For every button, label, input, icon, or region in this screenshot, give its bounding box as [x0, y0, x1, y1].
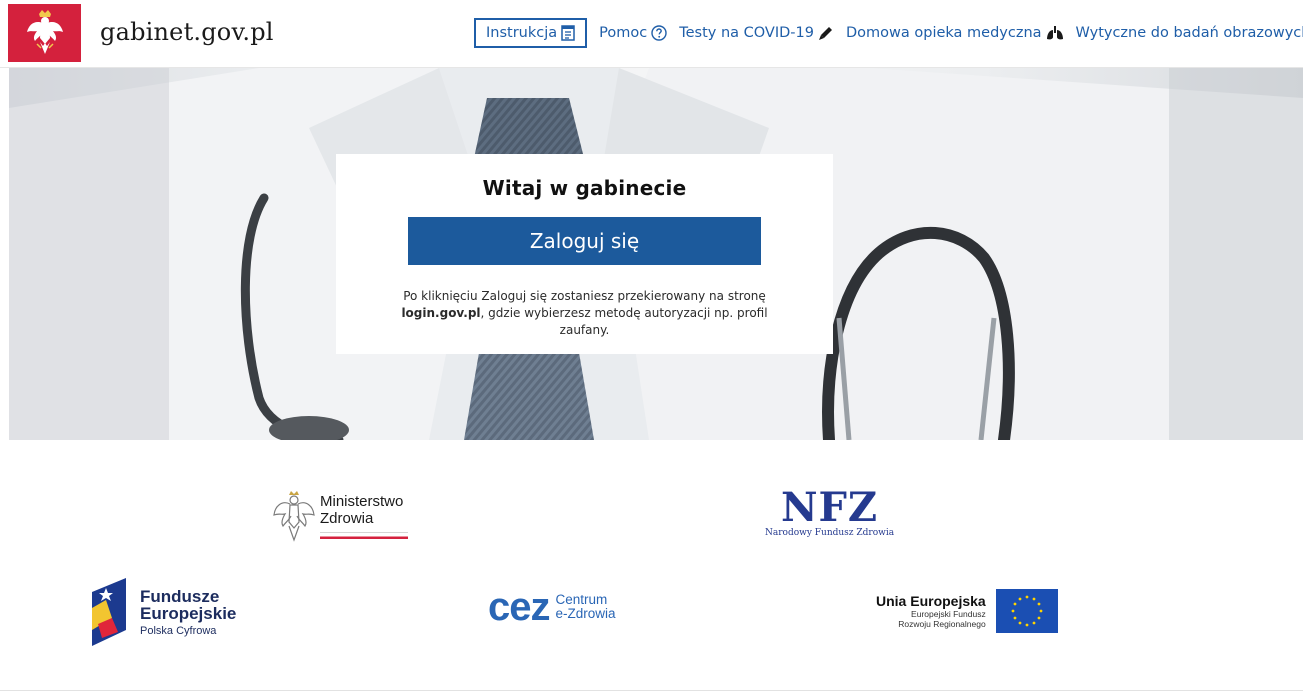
fundusze-europejskie-icon [92, 578, 126, 646]
footer-divider [0, 690, 1303, 691]
cez-logo[interactable]: cez Centrum e-Zdrowia [488, 587, 616, 627]
login-title: Witaj w gabinecie [482, 176, 687, 200]
hero-banner: Witaj w gabinecie Zaloguj się Po kliknię… [9, 68, 1303, 440]
ue-line2: Rozwoju Regionalnego [898, 619, 986, 629]
cez-word: cez [488, 585, 550, 629]
login-gov-link[interactable]: login.gov.pl [401, 306, 480, 320]
cez-line1: Centrum [555, 592, 608, 607]
mz-line1: Ministerstwo [320, 493, 404, 510]
nfz-word: NFZ [780, 484, 879, 531]
lungs-icon [1046, 26, 1063, 40]
ue-title: Unia Europejska [876, 593, 986, 609]
login-info-text: Po kliknięciu Zaloguj się zostaniesz prz… [385, 288, 785, 339]
nav-item-testy-covid[interactable]: Testy na COVID-19 [679, 18, 834, 48]
nav-item-wytyczne[interactable]: Wytyczne do badań obrazowych [1076, 18, 1303, 48]
ministerstwo-zdrowia-logo[interactable]: Ministerstwo Zdrowia [272, 490, 408, 542]
nfz-logo[interactable]: NFZ Narodowy Fundusz Zdrowia [765, 484, 895, 539]
document-icon [561, 25, 575, 41]
login-info-suffix: , gdzie wybierzesz metodę autoryzacji np… [480, 306, 768, 337]
main-nav: Instrukcja Pomoc Testy na COVID-19 Domow… [474, 18, 1303, 48]
login-button[interactable]: Zaloguj się [408, 217, 761, 265]
nfz-subtitle: Narodowy Fundusz Zdrowia [765, 528, 895, 538]
fe-line1: Fundusze [140, 586, 220, 606]
mz-line2: Zdrowia [320, 510, 374, 527]
fundusze-europejskie-logo[interactable]: Fundusze Europejskie Polska Cyfrowa [92, 578, 236, 646]
fe-line2: Europejskie [140, 603, 237, 623]
nav-label: Testy na COVID-19 [679, 25, 814, 41]
login-info-prefix: Po kliknięciu Zaloguj się zostaniesz prz… [403, 289, 766, 303]
cez-line2: e-Zdrowia [555, 606, 616, 621]
eagle-icon [273, 491, 315, 542]
nav-item-domowa-opieka[interactable]: Domowa opieka medyczna [846, 18, 1064, 48]
site-header: gabinet.gov.pl Instrukcja Pomoc Testy na… [0, 0, 1303, 68]
nav-label: Pomoc [599, 25, 648, 41]
eu-flag-icon [995, 589, 1058, 633]
fe-line3: Polska Cyfrowa [140, 624, 217, 637]
ue-line1: Europejski Fundusz [911, 609, 986, 619]
polish-eagle-emblem-icon[interactable] [8, 4, 81, 62]
nav-label: Wytyczne do badań obrazowych [1075, 25, 1303, 41]
unia-europejska-logo[interactable]: Unia Europejska Europejski Fundusz Rozwo… [876, 589, 1058, 633]
nav-item-pomoc[interactable]: Pomoc [599, 18, 667, 48]
nav-label: Domowa opieka medyczna [845, 25, 1042, 41]
site-title[interactable]: gabinet.gov.pl [100, 18, 274, 46]
question-circle-icon [651, 25, 667, 41]
nav-label: Instrukcja [486, 25, 558, 41]
nav-item-instrukcja[interactable]: Instrukcja [474, 18, 588, 48]
swab-icon [818, 27, 832, 40]
login-card: Witaj w gabinecie Zaloguj się Po kliknię… [336, 154, 833, 354]
mz-flag-stripe [320, 533, 408, 539]
